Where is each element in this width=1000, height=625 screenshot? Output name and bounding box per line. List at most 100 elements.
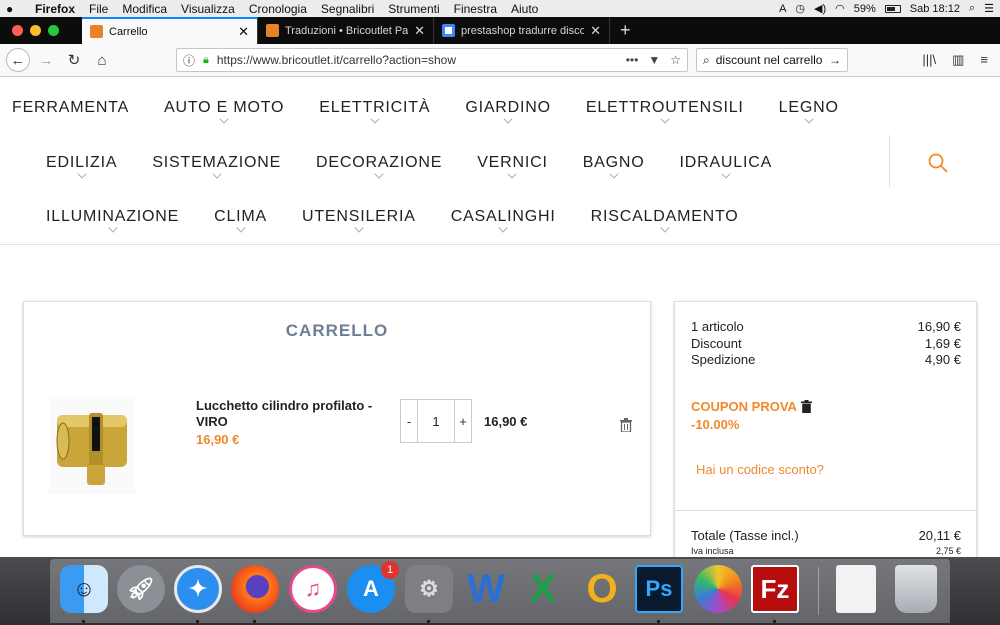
site-search-icon[interactable] <box>928 153 948 173</box>
apple-icon[interactable]: ● <box>6 2 28 16</box>
tab-prestashop-search[interactable]: prestashop tradurre discount b ✕ <box>434 17 610 44</box>
google-favicon-icon <box>442 24 455 37</box>
category-sistemazione[interactable]: SISTEMAZIONE <box>152 154 281 179</box>
cart-summary: 1 articolo 16,90 € Discount 1,69 € Spedi… <box>674 301 977 557</box>
back-button[interactable]: ← <box>6 48 30 72</box>
spotlight-icon[interactable]: ⌕ <box>969 2 975 15</box>
summary-total-value: 20,11 € <box>918 528 961 543</box>
category-elettricita[interactable]: ELETTRICITÀ <box>319 99 430 124</box>
hamburger-menu-icon[interactable]: ≡ <box>980 52 988 68</box>
menu-app-name[interactable]: Firefox <box>28 2 82 16</box>
remove-item-trash-icon[interactable] <box>620 418 632 432</box>
category-illuminazione[interactable]: ILLUMINAZIONE <box>46 208 179 233</box>
cart-panel: CARRELLO Lucchetto cilindro profilato - … <box>23 301 651 536</box>
close-window-button[interactable] <box>12 25 23 36</box>
outlook-icon[interactable]: O <box>578 565 626 613</box>
summary-items-label: 1 articolo <box>691 319 744 334</box>
bookmark-star-icon[interactable]: ☆ <box>670 53 681 67</box>
battery-icon[interactable] <box>884 4 901 13</box>
search-input[interactable]: discount nel carrello <box>716 53 829 67</box>
product-name[interactable]: Lucchetto cilindro profilato - VIRO <box>196 398 386 430</box>
summary-vat-label: Iva inclusa <box>691 546 734 556</box>
library-icon[interactable]: |||\ <box>922 52 936 68</box>
new-tab-button[interactable]: + <box>610 20 641 41</box>
trash-icon[interactable] <box>895 565 937 613</box>
category-bagno[interactable]: BAGNO <box>583 154 645 179</box>
window-controls <box>0 25 82 36</box>
menu-modifica[interactable]: Modifica <box>115 2 174 16</box>
category-riscaldamento[interactable]: RISCALDAMENTO <box>591 208 739 233</box>
launchpad-icon[interactable]: 🚀︎ <box>117 565 165 613</box>
promo-code-link[interactable]: Hai un codice sconto? <box>696 462 824 477</box>
adobe-icon[interactable]: A <box>779 3 786 15</box>
tab-title: Traduzioni • Bricoutlet Pavese B <box>285 24 409 37</box>
search-go-icon[interactable]: → <box>829 53 841 67</box>
category-casalinghi[interactable]: CASALINGHI <box>451 208 556 233</box>
category-giardino[interactable]: GIARDINO <box>465 99 551 124</box>
menu-strumenti[interactable]: Strumenti <box>381 2 446 16</box>
address-bar[interactable]: ⓘ 🔒︎ https://www.bricoutlet.it/carrello?… <box>176 48 688 72</box>
filezilla-icon[interactable]: Fz <box>751 565 799 613</box>
close-tab-icon[interactable]: ✕ <box>590 23 601 39</box>
category-legno[interactable]: LEGNO <box>779 99 839 124</box>
qty-increase-button[interactable]: + <box>454 400 471 442</box>
page-actions-icon[interactable]: ••• <box>626 53 639 67</box>
category-ferramenta[interactable]: FERRAMENTA <box>12 99 129 117</box>
volume-icon[interactable]: ◀) <box>814 2 826 15</box>
running-indicator <box>82 620 85 623</box>
category-idraulica[interactable]: IDRAULICA <box>680 154 773 179</box>
info-icon[interactable]: ⓘ <box>183 52 195 69</box>
system-preferences-icon[interactable]: ⚙ <box>405 565 453 613</box>
category-clima[interactable]: CLIMA <box>214 208 267 233</box>
app-store-icon[interactable]: A1 <box>347 561 399 613</box>
running-indicator <box>196 620 199 623</box>
url-text[interactable]: https://www.bricoutlet.it/carrello?actio… <box>217 53 626 67</box>
tab-traduzioni[interactable]: Traduzioni • Bricoutlet Pavese B ✕ <box>258 17 434 44</box>
close-tab-icon[interactable]: ✕ <box>238 24 249 40</box>
lock-icon[interactable]: 🔒︎ <box>203 54 209 67</box>
menu-cronologia[interactable]: Cronologia <box>242 2 314 16</box>
forward-button[interactable]: → <box>34 48 58 72</box>
search-bar[interactable]: ⌕ discount nel carrello → <box>696 48 848 72</box>
menu-visualizza[interactable]: Visualizza <box>174 2 242 16</box>
category-auto-e-moto[interactable]: AUTO E MOTO <box>164 99 284 124</box>
sidebar-icon[interactable]: ▥ <box>952 52 964 68</box>
category-elettroutensili[interactable]: ELETTROUTENSILI <box>586 99 744 124</box>
photoshop-icon[interactable]: Ps <box>635 565 683 613</box>
product-image[interactable] <box>49 397 135 494</box>
category-utensileria[interactable]: UTENSILERIA <box>302 208 416 233</box>
zoom-window-button[interactable] <box>48 25 59 36</box>
qty-input[interactable]: 1 <box>418 400 454 442</box>
reload-button[interactable]: ↻ <box>62 48 86 72</box>
pocket-icon[interactable]: ▼ <box>648 53 660 67</box>
notification-center-icon[interactable]: ☰ <box>984 2 994 15</box>
minimize-window-button[interactable] <box>30 25 41 36</box>
category-edilizia[interactable]: EDILIZIA <box>46 154 117 179</box>
menu-aiuto[interactable]: Aiuto <box>504 2 545 16</box>
home-button[interactable]: ⌂ <box>90 48 114 72</box>
clock[interactable]: Sab 18:12 <box>910 3 960 15</box>
firefox-icon[interactable] <box>231 565 279 613</box>
menu-file[interactable]: File <box>82 2 115 16</box>
word-icon[interactable]: W <box>462 565 510 613</box>
remove-coupon-trash-icon[interactable] <box>800 400 812 413</box>
finder-icon[interactable]: ☺ <box>60 565 108 613</box>
summary-vat-row: Iva inclusa 2,75 € <box>691 546 961 556</box>
menu-segnalibri[interactable]: Segnalibri <box>314 2 381 16</box>
wifi-icon[interactable]: ◠ <box>835 2 845 15</box>
category-vernici[interactable]: VERNICI <box>477 154 548 179</box>
time-machine-icon[interactable]: ◷ <box>795 2 805 15</box>
itunes-icon[interactable]: ♫ <box>289 565 337 613</box>
document-icon[interactable] <box>836 565 876 613</box>
summary-discount-value: 1,69 € <box>924 336 961 351</box>
safari-icon[interactable]: ✦ <box>174 565 222 613</box>
qty-decrease-button[interactable]: - <box>401 400 418 442</box>
excel-icon[interactable]: X <box>519 565 567 613</box>
photos-icon[interactable] <box>694 565 742 613</box>
menu-finestra[interactable]: Finestra <box>447 2 504 16</box>
category-decorazione[interactable]: DECORAZIONE <box>316 154 442 179</box>
category-row-2: EDILIZIA SISTEMAZIONE DECORAZIONE VERNIC… <box>46 154 807 179</box>
tab-carrello[interactable]: Carrello ✕ <box>82 17 258 44</box>
close-tab-icon[interactable]: ✕ <box>414 23 425 39</box>
tab-title: prestashop tradurre discount b <box>461 24 585 37</box>
